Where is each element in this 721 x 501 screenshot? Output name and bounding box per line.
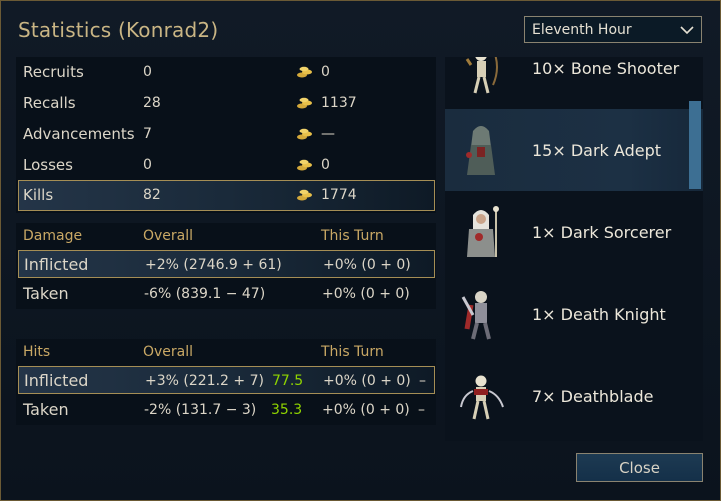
close-button[interactable]: Close	[576, 453, 703, 482]
summary-gold: 0	[321, 64, 330, 80]
unit-item-deathblade[interactable]: 7× Deathblade	[445, 355, 703, 437]
summary-row-kills[interactable]: Kills 82 1774	[18, 180, 435, 211]
summary-gold: 1774	[321, 187, 357, 203]
summary-count: 7	[143, 126, 152, 142]
row-this-turn: +0% (0 + 0)	[322, 286, 410, 302]
gold-coins-icon	[297, 189, 312, 201]
summary-count: 0	[143, 157, 152, 173]
row-overall: +3% (221.2 + 7)	[145, 373, 264, 389]
summary-gold: 1137	[321, 95, 357, 111]
damage-row-inflicted[interactable]: Inflicted +2% (2746.9 + 61) +0% (0 + 0)	[18, 250, 435, 278]
gold-coins-icon	[297, 128, 312, 140]
damage-header-this-turn: This Turn	[321, 228, 384, 244]
unit-item-dark-sorcerer[interactable]: 1× Dark Sorcerer	[445, 191, 703, 273]
dialog-title: Statistics (Konrad2)	[18, 18, 219, 42]
summary-label: Recalls	[23, 94, 76, 112]
unit-item-dark-adept[interactable]: 15× Dark Adept	[445, 109, 703, 191]
summary-label: Losses	[23, 156, 73, 174]
damage-row-taken: Taken -6% (839.1 − 47) +0% (0 + 0)	[18, 280, 435, 308]
row-this-turn: +0% (0 + 0)	[323, 257, 411, 273]
row-this-turn: +0% (0 + 0)	[323, 373, 411, 389]
damage-header-overall: Overall	[143, 228, 194, 244]
statistics-dialog: Statistics (Konrad2) Eleventh Hour Recru…	[0, 0, 721, 501]
unit-label: 1× Dark Sorcerer	[532, 223, 672, 242]
damage-header-label: Damage	[23, 228, 83, 244]
summary-row-advancements: Advancements 7 —	[18, 119, 435, 150]
row-overall: -6% (839.1 − 47)	[144, 286, 266, 302]
row-extra: –	[418, 402, 425, 418]
row-label: Inflicted	[24, 371, 89, 390]
dark-adept-icon	[466, 126, 495, 175]
summary-count: 82	[143, 187, 161, 203]
row-overall: -2% (131.7 − 3)	[144, 402, 257, 418]
unit-label: 7× Deathblade	[532, 387, 654, 406]
unit-label: 10× Bone Shooter	[532, 59, 680, 78]
summary-gold: —	[321, 126, 335, 142]
summary-count: 28	[143, 95, 161, 111]
row-label: Taken	[23, 400, 69, 419]
unit-item-death-knight[interactable]: 1× Death Knight	[445, 273, 703, 355]
summary-row-recruits: Recruits 0 0	[18, 57, 435, 88]
dark-sorcerer-icon	[467, 206, 499, 257]
summary-gold: 0	[321, 157, 330, 173]
hits-row-taken: Taken -2% (131.7 − 3) 35.3 +0% (0 + 0) –	[18, 396, 435, 424]
gold-coins-icon	[297, 159, 312, 171]
hits-header-label: Hits	[23, 344, 51, 360]
summary-label: Recruits	[23, 63, 84, 81]
row-hit-percent: 35.3	[271, 402, 303, 418]
unit-label: 1× Death Knight	[532, 305, 666, 324]
row-this-turn: +0% (0 + 0)	[322, 402, 410, 418]
row-extra: –	[419, 373, 426, 389]
summary-label: Kills	[23, 186, 54, 204]
summary-count: 0	[143, 64, 152, 80]
gold-coins-icon	[297, 66, 312, 78]
hits-row-inflicted[interactable]: Inflicted +3% (221.2 + 7) 77.5 +0% (0 + …	[18, 366, 435, 394]
deathblade-icon	[460, 375, 504, 420]
row-overall: +2% (2746.9 + 61)	[145, 257, 282, 273]
unit-list-scrollbar[interactable]	[689, 101, 701, 189]
hits-header-overall: Overall	[143, 344, 194, 360]
dropdown-value: Eleventh Hour	[532, 21, 632, 38]
summary-row-losses: Losses 0 0	[18, 150, 435, 181]
chevron-down-icon	[680, 26, 694, 35]
row-label: Taken	[23, 284, 69, 303]
summary-label: Advancements	[23, 125, 135, 143]
unit-item-bone-shooter[interactable]: 10× Bone Shooter	[445, 57, 703, 111]
scenario-dropdown[interactable]: Eleventh Hour	[524, 16, 702, 43]
unit-list[interactable]: 10× Bone Shooter 15× Dark Adept 1× Dark	[445, 57, 703, 441]
gold-coins-icon	[297, 97, 312, 109]
row-label: Inflicted	[24, 255, 89, 274]
row-hit-percent: 77.5	[272, 373, 304, 389]
hits-header-this-turn: This Turn	[321, 344, 384, 360]
bone-shooter-icon	[465, 57, 498, 94]
death-knight-icon	[461, 291, 491, 340]
unit-label: 15× Dark Adept	[532, 141, 661, 160]
summary-row-recalls: Recalls 28 1137	[18, 88, 435, 119]
